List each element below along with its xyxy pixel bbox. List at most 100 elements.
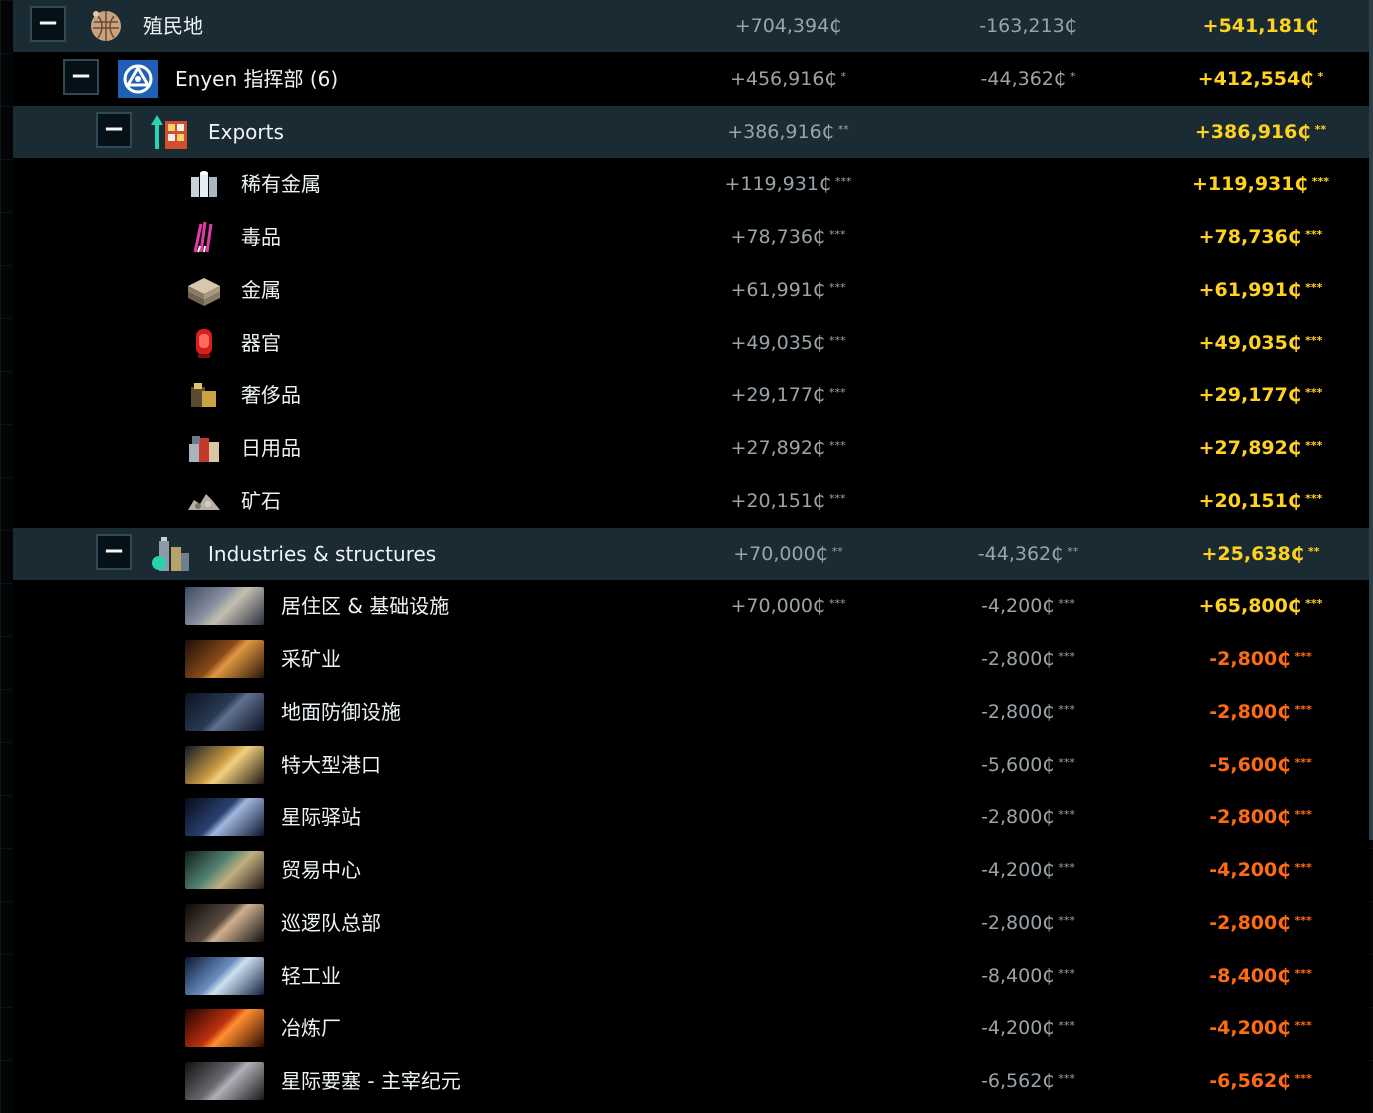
income-value: +119,931₵ ***	[724, 173, 852, 195]
collapse-toggle-button[interactable]: −	[96, 534, 132, 570]
income-breakdown-panel: − 殖民地 +704,394₵ -163,213₵ +541,181₵ − Enyen 指挥…	[13, 0, 1369, 1113]
star-fortress-thumbnail	[185, 1062, 264, 1100]
footnote-stars: ***	[1058, 756, 1075, 769]
footnote-stars: ***	[1305, 281, 1323, 294]
industry-row[interactable]: 巡逻队总部 -2,800₵ *** -2,800₵ ***	[13, 897, 1369, 949]
scrollbar[interactable]	[1369, 0, 1373, 840]
expense-value: -2,800₵ ***	[981, 912, 1075, 934]
collapse-toggle-button[interactable]: −	[63, 59, 99, 95]
row-label: 器官	[241, 331, 281, 355]
group-row[interactable]: − Industries & structures +70,000₵ ** -44,36…	[13, 528, 1369, 580]
expense-value: -4,200₵ ***	[981, 1017, 1075, 1039]
net-value: +20,151₵ ***	[1198, 490, 1323, 512]
footnote-stars: ***	[829, 439, 846, 452]
net-value: -4,200₵ ***	[1209, 1017, 1312, 1039]
footnote-stars: ***	[1294, 756, 1312, 769]
footnote-stars: *	[1317, 70, 1324, 83]
footnote-stars: **	[1314, 123, 1327, 136]
system-row[interactable]: − Enyen 指挥部 (6) +456,916₵ * -44,362₵ * +412,55…	[13, 53, 1369, 105]
net-value: +541,181₵	[1202, 15, 1319, 37]
refining-thumbnail	[185, 1009, 264, 1047]
export-row[interactable]: 毒品 +78,736₵ *** +78,736₵ ***	[13, 211, 1369, 263]
footnote-stars: *	[1069, 70, 1076, 83]
row-label: 星际要塞 - 主宰纪元	[281, 1069, 461, 1093]
net-value: +78,736₵ ***	[1198, 226, 1323, 248]
industry-row[interactable]: 星际要塞 - 主宰纪元 -6,562₵ *** -6,562₵ ***	[13, 1055, 1369, 1107]
footnote-stars: **	[1067, 545, 1079, 558]
export-row[interactable]: 矿石 +20,151₵ *** +20,151₵ ***	[13, 475, 1369, 527]
export-row[interactable]: 日用品 +27,892₵ *** +27,892₵ ***	[13, 422, 1369, 474]
collapse-toggle-button[interactable]: −	[96, 112, 132, 148]
row-label: 矿石	[241, 489, 281, 513]
footnote-stars: ***	[1294, 808, 1312, 821]
footnote-stars: ***	[1305, 228, 1323, 241]
expense-value: -4,200₵ ***	[981, 859, 1075, 881]
row-label: 贸易中心	[281, 858, 361, 882]
row-label: 金属	[241, 278, 281, 302]
row-label: 地面防御设施	[281, 700, 401, 724]
income-value: +456,916₵ *	[729, 68, 847, 90]
row-label: Enyen 指挥部 (6)	[175, 67, 339, 91]
collapse-toggle-button[interactable]: −	[30, 6, 66, 42]
expense-value: -5,600₵ ***	[981, 754, 1075, 776]
industry-row[interactable]: 采矿业 -2,800₵ *** -2,800₵ ***	[13, 633, 1369, 685]
exports-icon	[151, 113, 191, 151]
footnote-stars: **	[831, 545, 843, 558]
income-value: +61,991₵ ***	[730, 279, 846, 301]
expense-value: -44,362₵ *	[980, 68, 1076, 90]
footnote-stars: ***	[829, 492, 846, 505]
net-value: +27,892₵ ***	[1198, 437, 1323, 459]
footnote-stars: ***	[1294, 650, 1312, 663]
footnote-stars: ***	[1294, 703, 1312, 716]
footnote-stars: ***	[829, 597, 846, 610]
row-label: Exports	[208, 120, 284, 144]
net-value: +65,800₵ ***	[1198, 595, 1323, 617]
row-label: 星际驿站	[281, 805, 361, 829]
metals-icon	[184, 271, 224, 309]
footnote-stars: ***	[1294, 861, 1312, 874]
expense-value: -2,800₵ ***	[981, 806, 1075, 828]
net-value: -2,800₵ ***	[1209, 806, 1312, 828]
footnote-stars: ***	[1305, 492, 1323, 505]
expense-value: -6,562₵ ***	[981, 1070, 1075, 1092]
export-row[interactable]: 器官 +49,035₵ *** +49,035₵ ***	[13, 317, 1369, 369]
ground-defense-thumbnail	[185, 693, 264, 731]
industry-row[interactable]: 特大型港口 -5,600₵ *** -5,600₵ ***	[13, 739, 1369, 791]
net-value: +61,991₵ ***	[1198, 279, 1323, 301]
industry-row[interactable]: 星际驿站 -2,800₵ *** -2,800₵ ***	[13, 791, 1369, 843]
ore-icon	[184, 482, 224, 520]
organs-icon	[184, 324, 224, 362]
income-value: +49,035₵ ***	[730, 332, 846, 354]
footnote-stars: *	[840, 70, 847, 83]
mining-thumbnail	[185, 640, 264, 678]
group-row[interactable]: − Exports +386,916₵ ** +386,916₵ **	[13, 106, 1369, 158]
net-value: +49,035₵ ***	[1198, 332, 1323, 354]
export-row[interactable]: 奢侈品 +29,177₵ *** +29,177₵ ***	[13, 369, 1369, 421]
light-industry-thumbnail	[185, 957, 264, 995]
footnote-stars: **	[1307, 545, 1320, 558]
footnote-stars: ***	[1058, 861, 1075, 874]
luxury-goods-icon	[184, 376, 224, 414]
export-row[interactable]: 稀有金属 +119,931₵ *** +119,931₵ ***	[13, 158, 1369, 210]
footnote-stars: ***	[1305, 386, 1323, 399]
expense-value: -2,800₵ ***	[981, 701, 1075, 723]
rare-metals-icon	[184, 165, 224, 203]
industry-row[interactable]: 居住区 & 基础设施 +70,000₵ *** -4,200₵ *** +65,800₵ *…	[13, 580, 1369, 632]
patrol-hq-thumbnail	[185, 904, 264, 942]
row-label: 特大型港口	[281, 753, 381, 777]
industry-row[interactable]: 地面防御设施 -2,800₵ *** -2,800₵ ***	[13, 686, 1369, 738]
expense-value: -44,362₵ **	[977, 543, 1079, 565]
drugs-icon	[184, 218, 224, 256]
industry-row[interactable]: 贸易中心 -4,200₵ *** -4,200₵ ***	[13, 844, 1369, 896]
footnote-stars: **	[837, 123, 849, 136]
waystation-thumbnail	[185, 798, 264, 836]
net-value: -4,200₵ ***	[1209, 859, 1312, 881]
industry-row[interactable]: 轻工业 -8,400₵ *** -8,400₵ ***	[13, 950, 1369, 1002]
industry-row[interactable]: 冶炼厂 -4,200₵ *** -4,200₵ ***	[13, 1002, 1369, 1054]
footnote-stars: ***	[1058, 650, 1075, 663]
net-value: -2,800₵ ***	[1209, 701, 1312, 723]
footnote-stars: ***	[829, 281, 846, 294]
footnote-stars: ***	[1058, 967, 1075, 980]
colony-row[interactable]: − 殖民地 +704,394₵ -163,213₵ +541,181₵	[13, 0, 1369, 52]
export-row[interactable]: 金属 +61,991₵ *** +61,991₵ ***	[13, 264, 1369, 316]
